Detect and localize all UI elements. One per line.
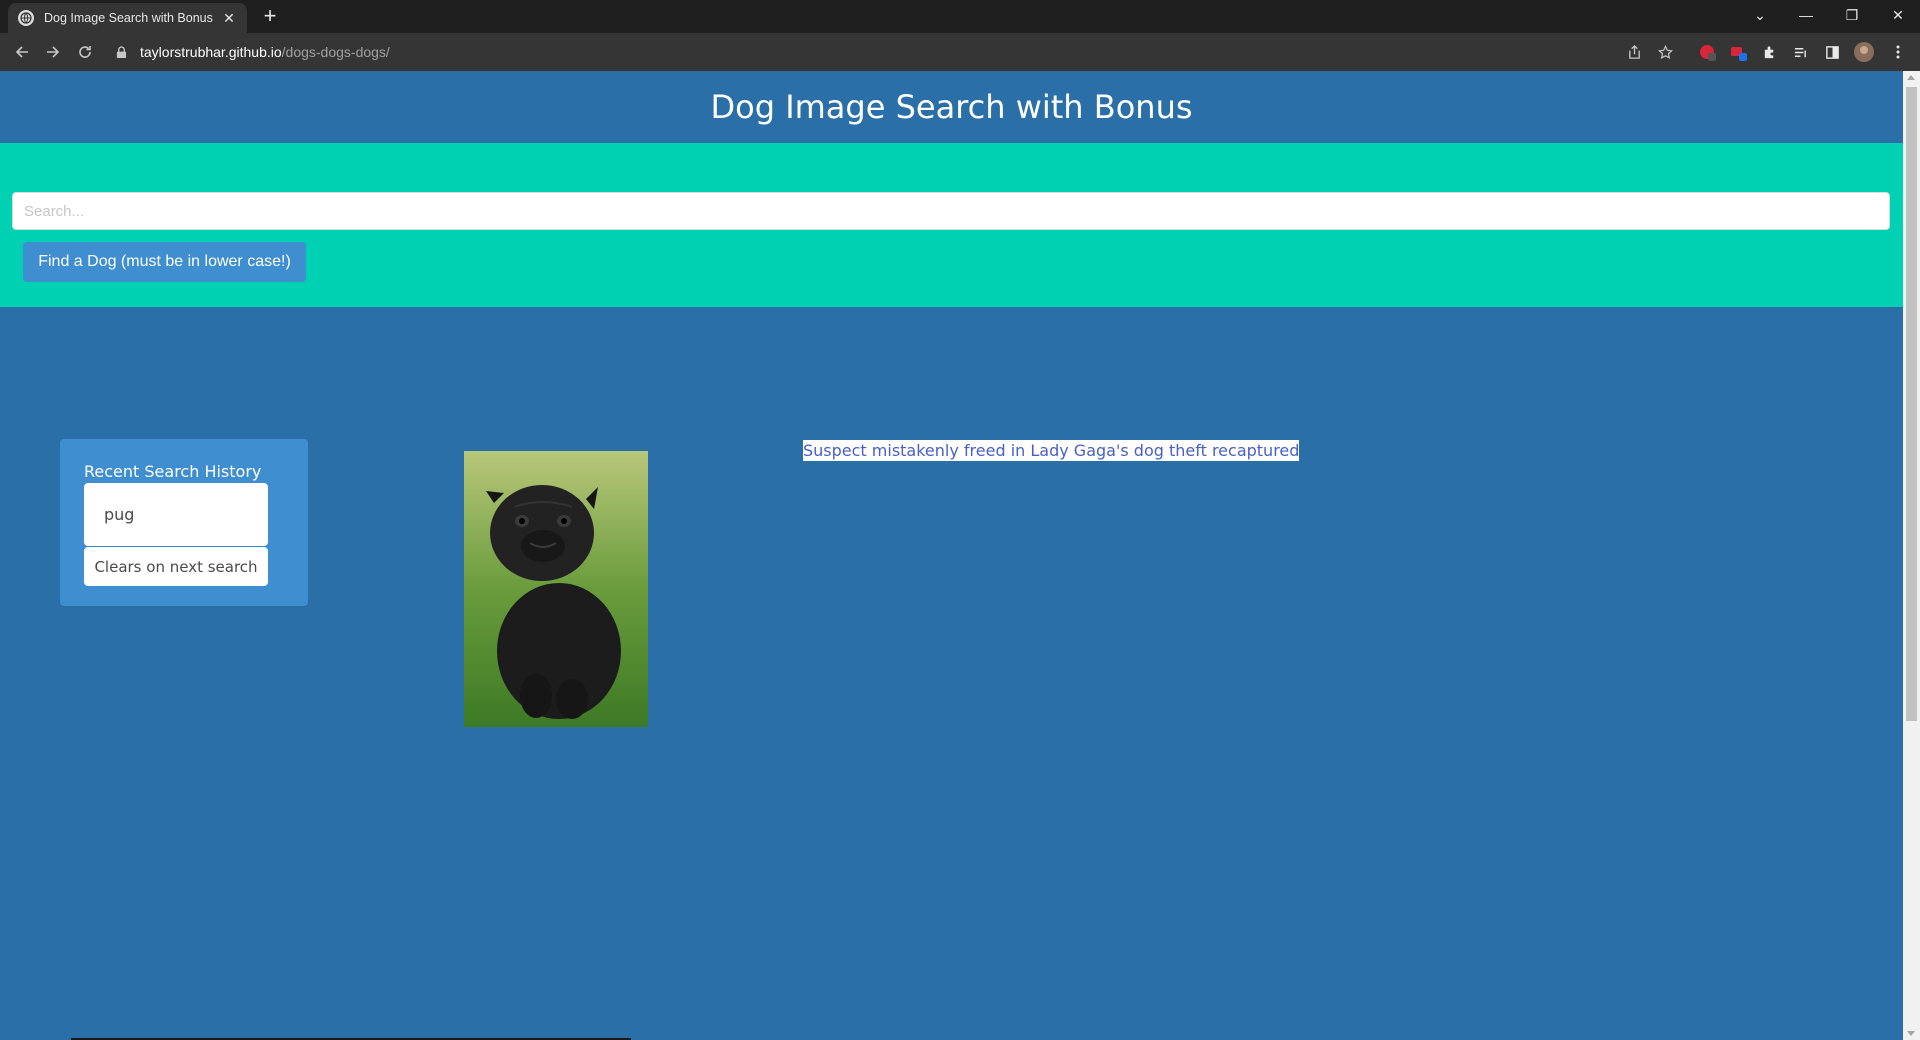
scrollbar-thumb[interactable] [1906,87,1917,721]
address-bar[interactable]: taylorstrubhar.github.io/dogs-dogs-dogs/ [108,38,1668,66]
news-headline-link[interactable]: Suspect mistakenly freed in Lady Gaga's … [803,440,1300,461]
scroll-up-arrow-icon[interactable] [1907,75,1915,80]
tab-title: Dog Image Search with Bonus [44,11,213,25]
adblock-extension-icon[interactable] [1697,42,1717,62]
bookmark-star-icon[interactable] [1655,42,1675,62]
history-heading: Recent Search History [84,462,262,481]
scroll-down-arrow-icon[interactable] [1907,1031,1915,1036]
profile-avatar[interactable] [1854,42,1874,62]
back-button[interactable] [10,40,34,64]
close-tab-icon[interactable]: ✕ [221,10,237,26]
forward-button[interactable] [41,40,65,64]
search-history-panel: Recent Search History pug Clears on next… [60,439,308,606]
browser-tab-strip: Dog Image Search with Bonus ✕ + ⌄ — ❐ ✕ [0,0,1920,33]
globe-icon [18,10,34,26]
history-clear-hint: Clears on next search [84,547,268,586]
restore-button[interactable]: ❐ [1829,0,1875,30]
page-title: Dog Image Search with Bonus [710,88,1193,126]
minimize-button[interactable]: — [1783,0,1829,30]
reading-list-icon[interactable] [1790,42,1810,62]
new-tab-button[interactable]: + [258,5,282,29]
search-section: Find a Dog (must be in lower case!) [0,143,1903,307]
dog-result-image [464,451,648,727]
reload-button[interactable] [73,40,97,64]
extension-badge-icon[interactable] [1728,42,1748,62]
url-host: taylorstrubhar.github.io [140,44,282,60]
browser-toolbar: taylorstrubhar.github.io/dogs-dogs-dogs/ [0,33,1920,71]
extensions-puzzle-icon[interactable] [1759,42,1779,62]
tab-search-icon[interactable]: ⌄ [1737,0,1783,30]
page-scrollbar[interactable] [1903,71,1920,1040]
share-icon[interactable] [1624,42,1644,62]
find-dog-button[interactable]: Find a Dog (must be in lower case!) [23,242,306,282]
browser-menu-icon[interactable] [1888,42,1908,62]
page-header: Dog Image Search with Bonus [0,71,1903,143]
search-input[interactable] [12,192,1890,230]
browser-tab[interactable]: Dog Image Search with Bonus ✕ [8,3,247,33]
url-path: /dogs-dogs-dogs/ [281,44,390,60]
close-window-button[interactable]: ✕ [1875,0,1920,30]
history-item[interactable]: pug [84,483,268,546]
lock-icon [116,45,132,59]
page-content: Dog Image Search with Bonus Find a Dog (… [0,71,1903,1040]
side-panel-icon[interactable] [1822,42,1842,62]
